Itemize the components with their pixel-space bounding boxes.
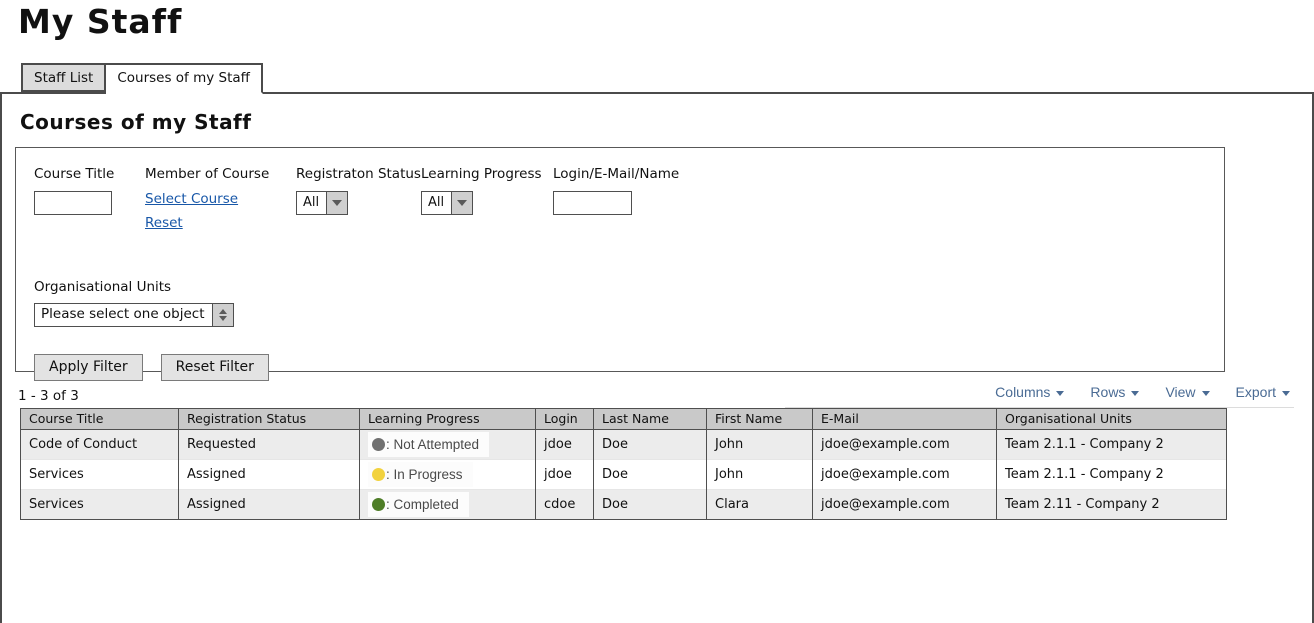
tab-content-panel: Courses of my Staff Course Title Member … bbox=[0, 92, 1314, 623]
organisational-units-label: Organisational Units bbox=[34, 279, 1206, 295]
status-dot-icon bbox=[372, 438, 385, 451]
cell-learning-progress: : Not Attempted bbox=[360, 430, 536, 460]
col-header-login[interactable]: Login bbox=[536, 409, 594, 430]
export-menu-label: Export bbox=[1236, 384, 1276, 400]
learning-progress-select[interactable]: All bbox=[421, 191, 473, 215]
cell-course-title: Code of Conduct bbox=[21, 430, 179, 460]
cell-first-name: John bbox=[707, 430, 813, 460]
tab-courses-of-my-staff[interactable]: Courses of my Staff bbox=[106, 63, 263, 94]
reset-filter-button[interactable]: Reset Filter bbox=[161, 354, 269, 381]
cell-registration-status: Assigned bbox=[179, 460, 360, 490]
cell-learning-progress: : In Progress bbox=[360, 460, 536, 490]
table-header-row: Course Title Registration Status Learnin… bbox=[21, 409, 1227, 430]
select-course-link[interactable]: Select Course bbox=[145, 191, 238, 207]
chevron-down-icon bbox=[1056, 391, 1064, 396]
cell-email: jdoe@example.com bbox=[813, 460, 997, 490]
cell-last-name: Doe bbox=[594, 490, 707, 520]
cell-organisational-units: Team 2.1.1 - Company 2 bbox=[997, 460, 1227, 490]
registration-status-value: All bbox=[297, 192, 326, 214]
cell-registration-status: Assigned bbox=[179, 490, 360, 520]
cell-organisational-units: Team 2.11 - Company 2 bbox=[997, 490, 1227, 520]
status-label: : Not Attempted bbox=[386, 437, 479, 452]
result-count: 1 - 3 of 3 bbox=[18, 388, 79, 408]
status-badge: : In Progress bbox=[368, 462, 473, 487]
cell-learning-progress: : Completed bbox=[360, 490, 536, 520]
col-header-registration-status[interactable]: Registration Status bbox=[179, 409, 360, 430]
cell-login: cdoe bbox=[536, 490, 594, 520]
table-row[interactable]: Code of Conduct Requested : Not Attempte… bbox=[21, 430, 1227, 460]
rows-menu[interactable]: Rows bbox=[1090, 384, 1139, 400]
filter-panel: Course Title Member of Course Select Cou… bbox=[15, 147, 1225, 372]
col-header-first-name[interactable]: First Name bbox=[707, 409, 813, 430]
course-title-label: Course Title bbox=[34, 166, 145, 182]
organisational-units-select[interactable]: Please select one object bbox=[34, 303, 234, 327]
col-header-learning-progress[interactable]: Learning Progress bbox=[360, 409, 536, 430]
status-label: : Completed bbox=[386, 497, 459, 512]
status-badge: : Not Attempted bbox=[368, 432, 489, 457]
organisational-units-value: Please select one object bbox=[35, 304, 212, 326]
cell-last-name: Doe bbox=[594, 460, 707, 490]
col-header-course-title[interactable]: Course Title bbox=[21, 409, 179, 430]
table-row[interactable]: Services Assigned : In Progress jdoe Doe… bbox=[21, 460, 1227, 490]
cell-first-name: Clara bbox=[707, 490, 813, 520]
view-menu[interactable]: View bbox=[1165, 384, 1209, 400]
grid-menu-bar: Columns Rows View Export bbox=[785, 384, 1294, 408]
chevron-down-icon bbox=[1131, 391, 1139, 396]
page-title: My Staff bbox=[18, 2, 1314, 41]
login-email-name-input[interactable] bbox=[553, 191, 632, 215]
chevron-down-icon bbox=[1282, 391, 1290, 396]
spinner-up-down-icon[interactable] bbox=[212, 304, 233, 326]
cell-organisational-units: Team 2.1.1 - Company 2 bbox=[997, 430, 1227, 460]
reset-course-link[interactable]: Reset bbox=[145, 215, 183, 231]
tab-bar: Staff List Courses of my Staff bbox=[21, 63, 1314, 92]
columns-menu-label: Columns bbox=[995, 384, 1050, 400]
course-title-input[interactable] bbox=[34, 191, 112, 215]
status-dot-icon bbox=[372, 498, 385, 511]
registration-status-select[interactable]: All bbox=[296, 191, 348, 215]
cell-registration-status: Requested bbox=[179, 430, 360, 460]
col-header-last-name[interactable]: Last Name bbox=[594, 409, 707, 430]
status-badge: : Completed bbox=[368, 492, 469, 517]
results-toolbar: 1 - 3 of 3 Columns Rows View Export bbox=[18, 384, 1294, 408]
cell-login: jdoe bbox=[536, 430, 594, 460]
cell-course-title: Services bbox=[21, 490, 179, 520]
member-of-course-label: Member of Course bbox=[145, 166, 296, 182]
chevron-down-icon[interactable] bbox=[326, 192, 347, 214]
cell-email: jdoe@example.com bbox=[813, 490, 997, 520]
cell-login: jdoe bbox=[536, 460, 594, 490]
cell-first-name: John bbox=[707, 460, 813, 490]
learning-progress-label: Learning Progress bbox=[421, 166, 553, 182]
col-header-email[interactable]: E-Mail bbox=[813, 409, 997, 430]
table-row[interactable]: Services Assigned : Completed cdoe Doe C… bbox=[21, 490, 1227, 520]
chevron-down-icon bbox=[1202, 391, 1210, 396]
status-label: : In Progress bbox=[386, 467, 463, 482]
view-menu-label: View bbox=[1165, 384, 1195, 400]
section-heading: Courses of my Staff bbox=[20, 110, 1312, 134]
cell-last-name: Doe bbox=[594, 430, 707, 460]
columns-menu[interactable]: Columns bbox=[995, 384, 1064, 400]
rows-menu-label: Rows bbox=[1090, 384, 1125, 400]
export-menu[interactable]: Export bbox=[1236, 384, 1290, 400]
col-header-organisational-units[interactable]: Organisational Units bbox=[997, 409, 1227, 430]
status-dot-icon bbox=[372, 468, 385, 481]
login-email-name-label: Login/E-Mail/Name bbox=[553, 166, 713, 182]
registration-status-label: Registraton Status bbox=[296, 166, 421, 182]
tab-staff-list[interactable]: Staff List bbox=[21, 63, 106, 92]
cell-course-title: Services bbox=[21, 460, 179, 490]
chevron-down-icon[interactable] bbox=[451, 192, 472, 214]
learning-progress-value: All bbox=[422, 192, 451, 214]
apply-filter-button[interactable]: Apply Filter bbox=[34, 354, 143, 381]
cell-email: jdoe@example.com bbox=[813, 430, 997, 460]
courses-table: Course Title Registration Status Learnin… bbox=[20, 408, 1227, 520]
